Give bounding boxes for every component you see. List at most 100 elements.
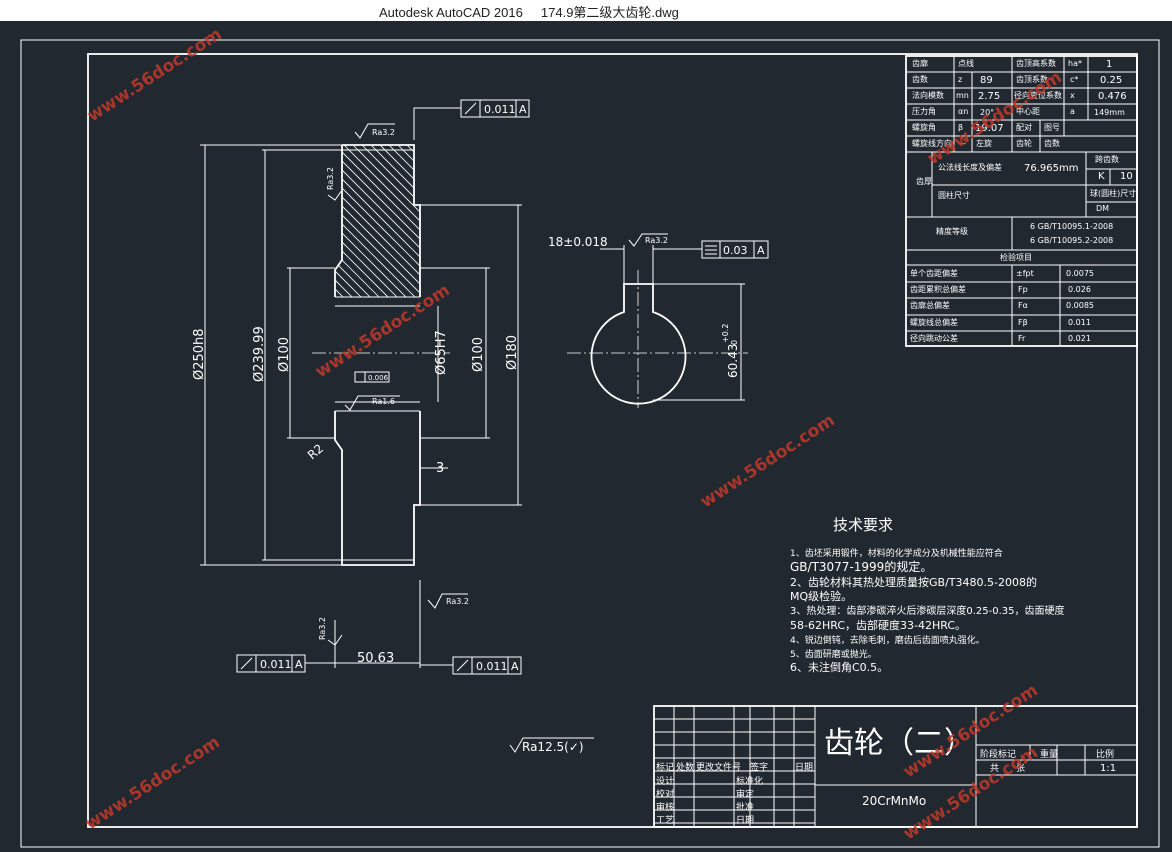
svg-text:Ra3.2: Ra3.2 — [318, 617, 327, 640]
svg-text:标记: 标记 — [656, 761, 674, 773]
svg-text:Fβ: Fβ — [1018, 318, 1028, 327]
svg-text:4、锐边倒钝，去除毛刺，磨齿后齿面喷丸强化。: 4、锐边倒钝，去除毛刺，磨齿后齿面喷丸强化。 — [790, 634, 985, 646]
svg-text:检验项目: 检验项目 — [1000, 252, 1032, 262]
svg-text:批准: 批准 — [736, 801, 754, 813]
general-roughness: Ra12.5(✓) — [509, 737, 594, 754]
svg-text:6 GB/T10095.1-2008: 6 GB/T10095.1-2008 — [1030, 222, 1113, 231]
svg-text:149mm: 149mm — [1094, 108, 1125, 117]
svg-text:工艺: 工艺 — [656, 815, 674, 826]
svg-text:0.011: 0.011 — [1068, 318, 1091, 327]
svg-text:校对: 校对 — [656, 788, 674, 800]
svg-text:0.006: 0.006 — [368, 374, 389, 382]
svg-text:径向跳动公差: 径向跳动公差 — [910, 333, 958, 343]
svg-text:Ra12.5(✓): Ra12.5(✓) — [522, 740, 584, 754]
svg-text:GB/T3077-1999的规定。: GB/T3077-1999的规定。 — [790, 559, 932, 574]
svg-text:齿顶高系数: 齿顶高系数 — [1016, 58, 1056, 68]
svg-text:Ra3.2: Ra3.2 — [326, 167, 335, 190]
svg-text:5、齿面研磨或抛光。: 5、齿面研磨或抛光。 — [790, 648, 877, 660]
svg-text:A: A — [295, 658, 303, 671]
svg-text:89: 89 — [980, 75, 993, 86]
dim-keyway-width: 18±0.018 — [548, 235, 608, 249]
svg-text:0.021: 0.021 — [1068, 334, 1091, 343]
svg-text:K: K — [1098, 171, 1105, 182]
roughness-keyway: Ra3.2 — [628, 233, 668, 247]
svg-text:圆柱尺寸: 圆柱尺寸 — [938, 190, 970, 200]
svg-text:6 GB/T10095.2-2008: 6 GB/T10095.2-2008 — [1030, 236, 1113, 245]
dim-d100-left: Ø100 — [277, 337, 292, 372]
svg-text:齿数: 齿数 — [912, 74, 928, 84]
svg-text:比例: 比例 — [1096, 748, 1114, 760]
svg-text:处数: 处数 — [676, 761, 694, 773]
svg-text:螺旋角: 螺旋角 — [912, 122, 936, 132]
svg-text:法向模数: 法向模数 — [912, 90, 944, 100]
svg-text:3、热处理：齿部渗碳淬火后渗碳层深度0.25-0.35，齿面: 3、热处理：齿部渗碳淬火后渗碳层深度0.25-0.35，齿面硬度 — [790, 604, 1065, 617]
tol-frame-bottom-right: 0.011 A — [420, 656, 522, 675]
svg-text:Fr: Fr — [1018, 334, 1026, 343]
svg-text:设计: 设计 — [656, 775, 674, 787]
dim-step: 3 — [436, 461, 444, 476]
svg-text:10: 10 — [1120, 171, 1133, 182]
svg-text:x: x — [1070, 91, 1075, 100]
svg-text:齿轮: 齿轮 — [1016, 138, 1032, 148]
svg-text:6、未注倒角C0.5。: 6、未注倒角C0.5。 — [790, 660, 888, 674]
tech-requirements: 技术要求 1、齿坯采用锻件，材料的化学成分及机械性能应符合 GB/T3077-1… — [790, 516, 1065, 674]
svg-text:Ra3.2: Ra3.2 — [446, 597, 469, 606]
tol-frame-bottom-left: 0.011 A — [236, 654, 335, 673]
svg-text:日期: 日期 — [795, 762, 813, 773]
svg-text:2、齿轮材料其热处理质量按GB/T3480.5-2008的: 2、齿轮材料其热处理质量按GB/T3480.5-2008的 — [790, 575, 1037, 589]
dim-bore: Ø65H7 — [434, 330, 449, 375]
roughness-top: Ra3.2 — [354, 123, 395, 139]
svg-text:αn: αn — [958, 107, 968, 116]
svg-text:A: A — [511, 660, 519, 673]
svg-text:螺旋线总偏差: 螺旋线总偏差 — [910, 317, 958, 327]
svg-text:公法线长度及偏差: 公法线长度及偏差 — [938, 162, 1002, 172]
dim-keyway-tol: +0.2 — [721, 324, 730, 343]
svg-text:MQ级检验。: MQ级检验。 — [790, 589, 852, 603]
svg-text:DM: DM — [1096, 204, 1109, 213]
tol-frame-keyway: 0.03 A — [665, 240, 769, 259]
svg-text:0.011: 0.011 — [260, 658, 292, 671]
svg-text:签字: 签字 — [750, 761, 768, 773]
roughness-left-face: Ra3.2 — [326, 167, 343, 201]
bore-runout: 0.006 — [354, 371, 390, 383]
dim-width: 50.63 — [357, 651, 394, 666]
dim-keyway-tol-low: 0 — [730, 340, 739, 345]
tech-title: 技术要求 — [833, 516, 893, 534]
svg-text:Ra1.6: Ra1.6 — [372, 397, 395, 406]
dim-keyway-depth: 60.43 — [726, 344, 740, 378]
svg-text:精度等级: 精度等级 — [936, 226, 968, 236]
roughness-bottom-left: Ra3.2 — [318, 617, 343, 646]
dim-d100-right: Ø100 — [471, 337, 486, 372]
svg-text:www.56doc.com: www.56doc.com — [312, 280, 454, 382]
svg-text:2.75: 2.75 — [978, 91, 1000, 102]
svg-text:0.026: 0.026 — [1068, 285, 1091, 294]
svg-text:配对: 配对 — [1016, 122, 1032, 132]
dim-d180: Ø180 — [505, 335, 520, 370]
svg-text:日期: 日期 — [736, 815, 754, 826]
svg-text:1、齿坯采用锻件，材料的化学成分及机械性能应符合: 1、齿坯采用锻件，材料的化学成分及机械性能应符合 — [790, 547, 1003, 559]
dim-d239: Ø239.99 — [252, 326, 267, 382]
dim-fillet: R2 — [305, 441, 326, 462]
svg-text:76.965mm: 76.965mm — [1024, 163, 1078, 174]
svg-text:重量: 重量 — [1040, 748, 1058, 760]
drawing-canvas[interactable]: Ø250h8 Ø239.99 Ø100 Ø65H7 Ø100 Ø180 50.6… — [0, 21, 1172, 852]
svg-text:标准化: 标准化 — [736, 775, 763, 787]
app-title: Autodesk AutoCAD 2016 174.9第二级大齿轮.dwg — [379, 5, 679, 20]
svg-text:更改文件号: 更改文件号 — [696, 761, 741, 773]
dim-od: Ø250h8 — [192, 328, 207, 380]
svg-text:58-62HRC，齿部硬度33-42HRC。: 58-62HRC，齿部硬度33-42HRC。 — [790, 618, 966, 632]
svg-text:a: a — [1070, 107, 1075, 116]
svg-text:图号: 图号 — [1044, 123, 1060, 132]
svg-text:Ra3.2: Ra3.2 — [645, 236, 668, 245]
svg-text:单个齿距偏差: 单个齿距偏差 — [910, 268, 958, 278]
svg-text:点线: 点线 — [958, 58, 974, 68]
svg-text:0.03: 0.03 — [723, 244, 748, 257]
svg-text:mn: mn — [956, 91, 969, 100]
svg-text:A: A — [519, 103, 527, 116]
svg-text:0.0085: 0.0085 — [1066, 301, 1094, 310]
material: 20CrMnMo — [862, 794, 926, 808]
svg-text:1:1: 1:1 — [1100, 763, 1116, 774]
svg-text:审核: 审核 — [656, 801, 674, 813]
svg-text:0.0075: 0.0075 — [1066, 269, 1094, 278]
svg-text:www.56doc.com: www.56doc.com — [697, 410, 839, 512]
